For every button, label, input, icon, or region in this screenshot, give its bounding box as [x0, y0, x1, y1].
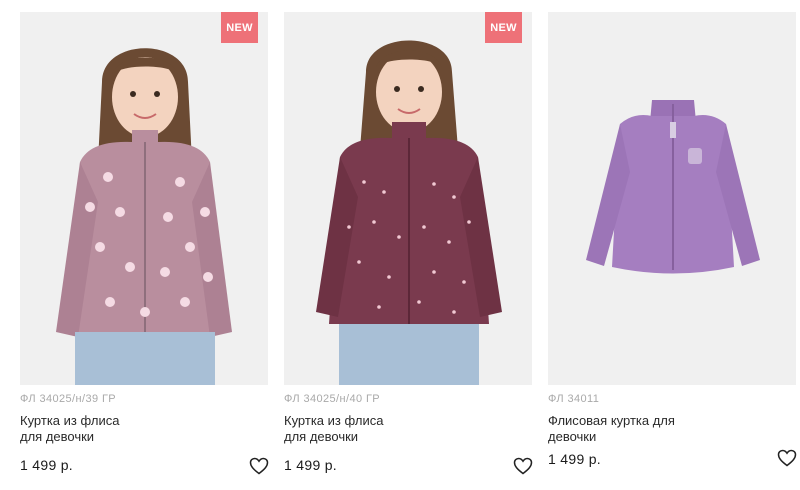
- product-sku: ФЛ 34011: [548, 393, 600, 405]
- product-card[interactable]: NEW ФЛ 34025/н/40 ГР Куртка из флиса для…: [284, 12, 533, 482]
- product-price: 1 499 р.: [548, 451, 601, 467]
- product-price: 1 499 р.: [284, 457, 337, 473]
- product-name-line-2[interactable]: для девочки: [284, 429, 464, 445]
- product-name[interactable]: Флисовая куртка для девочки: [548, 413, 728, 445]
- product-photo-girl-burgundy-jacket: [284, 12, 532, 385]
- product-photo-girl-pink-jacket: [20, 12, 268, 385]
- new-badge: NEW: [221, 12, 258, 43]
- new-badge: NEW: [485, 12, 522, 43]
- product-name-line-1[interactable]: Флисовая куртка для: [548, 413, 728, 429]
- product-photo-lilac-jacket: [548, 12, 796, 385]
- product-price: 1 499 р.: [20, 457, 73, 473]
- product-name-line-1[interactable]: Куртка из флиса: [284, 413, 464, 429]
- product-name[interactable]: Куртка из флиса для девочки: [284, 413, 464, 445]
- heart-outline-icon[interactable]: [513, 457, 533, 475]
- product-card[interactable]: ФЛ 34011 Флисовая куртка для девочки 1 4…: [548, 12, 797, 482]
- product-grid: NEW ФЛ 34025/н/39 ГР Куртка из флиса для…: [0, 0, 800, 490]
- product-name-line-2[interactable]: для девочки: [20, 429, 200, 445]
- product-sku: ФЛ 34025/н/39 ГР: [20, 393, 117, 405]
- product-image[interactable]: [548, 12, 796, 385]
- product-name-line-1[interactable]: Куртка из флиса: [20, 413, 200, 429]
- product-image[interactable]: NEW: [284, 12, 532, 385]
- heart-outline-icon[interactable]: [777, 449, 797, 467]
- product-name-line-2[interactable]: девочки: [548, 429, 728, 445]
- heart-outline-icon[interactable]: [249, 457, 269, 475]
- product-sku: ФЛ 34025/н/40 ГР: [284, 393, 381, 405]
- product-card[interactable]: NEW ФЛ 34025/н/39 ГР Куртка из флиса для…: [20, 12, 269, 482]
- product-name[interactable]: Куртка из флиса для девочки: [20, 413, 200, 445]
- product-image[interactable]: NEW: [20, 12, 268, 385]
